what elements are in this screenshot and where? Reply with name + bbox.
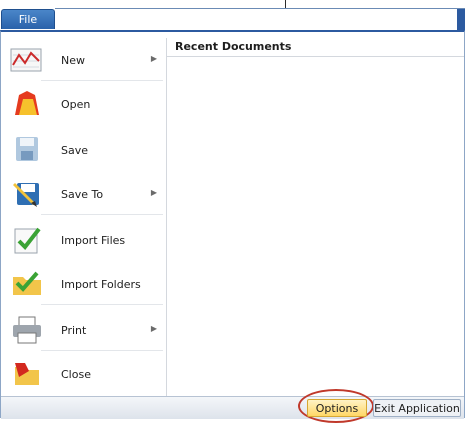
menu-item-label: Print: [61, 323, 87, 337]
printer-icon: [9, 313, 45, 347]
menu-item-label: Import Files: [61, 233, 126, 247]
new-chart-icon: [9, 43, 45, 77]
menu-item-import-files[interactable]: Import Files: [5, 220, 163, 260]
menu-item-label: Open: [61, 97, 91, 111]
backstage-footer: Options Exit Application: [1, 389, 464, 423]
save-to-icon: [9, 177, 45, 211]
submenu-arrow-icon: ▶: [150, 324, 157, 333]
menu-item-new[interactable]: New ▶: [5, 40, 163, 80]
import-files-icon: [9, 223, 45, 257]
save-icon: [9, 133, 45, 167]
menu-separator: [41, 214, 163, 215]
menu-item-label: New: [61, 53, 85, 67]
submenu-arrow-icon: ▶: [150, 188, 157, 197]
cursor-marker: [285, 0, 286, 8]
menu-item-label: Save To: [61, 187, 104, 201]
menu-item-save[interactable]: Save: [5, 130, 163, 170]
backstage-view: New ▶ Open Save Save To ▶ Import Files I…: [0, 30, 465, 423]
menu-item-print[interactable]: Print ▶: [5, 310, 163, 350]
menu-item-save-to[interactable]: Save To ▶: [5, 174, 163, 214]
menu-item-import-folders[interactable]: Import Folders: [5, 264, 163, 304]
menu-separator: [41, 304, 163, 305]
menu-item-label: Close: [61, 367, 91, 381]
menu-separator: [41, 350, 163, 351]
recent-documents-divider: [167, 56, 464, 57]
menu-item-close[interactable]: Close: [5, 354, 163, 394]
exit-application-button[interactable]: Exit Application: [373, 399, 461, 417]
menu-item-label: Import Folders: [61, 277, 141, 291]
menu-item-label: Save: [61, 143, 89, 157]
options-button[interactable]: Options: [307, 399, 367, 417]
open-icon: [9, 87, 45, 121]
menu-separator: [41, 80, 163, 81]
import-folders-icon: [9, 267, 45, 301]
title-strip: File: [0, 0, 465, 31]
ribbon-edge: [55, 8, 465, 31]
recent-documents-panel: Recent Documents: [167, 38, 464, 396]
recent-documents-title: Recent Documents: [175, 40, 292, 53]
menu-item-open[interactable]: Open: [5, 84, 163, 124]
file-tab[interactable]: File: [1, 9, 55, 29]
backstage-menu: New ▶ Open Save Save To ▶ Import Files I…: [1, 38, 167, 396]
submenu-arrow-icon: ▶: [150, 54, 157, 63]
close-icon: [9, 357, 45, 391]
